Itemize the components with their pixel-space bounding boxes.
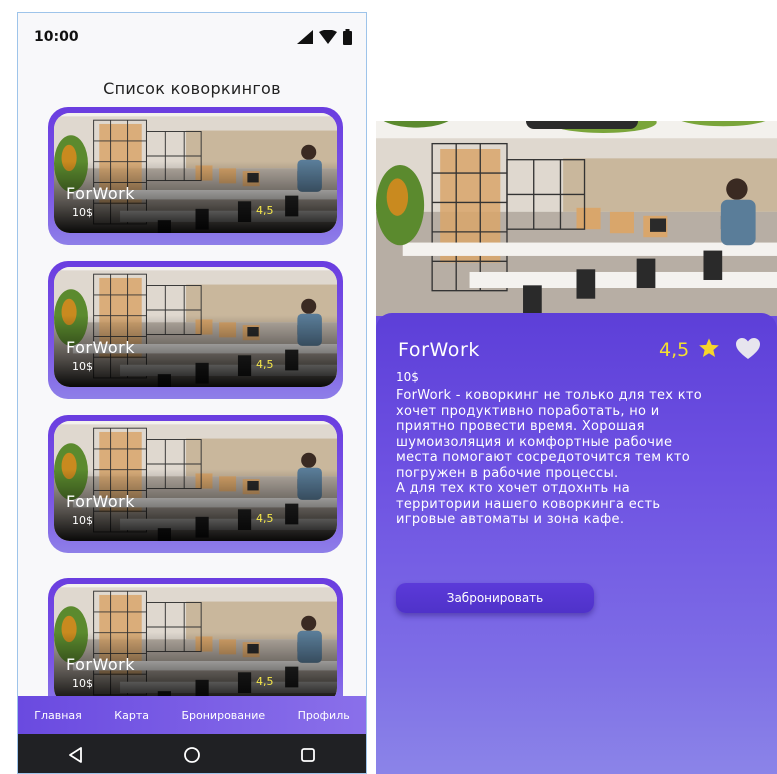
bottom-navigation: Главная Карта Бронирование Профиль: [18, 696, 366, 734]
card-name: ForWork: [66, 492, 136, 511]
status-time: 10:00: [34, 29, 79, 45]
coworking-card[interactable]: ForWork 10$ 4,5: [48, 415, 343, 553]
card-price: 10$: [72, 514, 93, 527]
status-icons: [297, 29, 352, 45]
coworking-photo: [376, 121, 777, 316]
card-rating: 4,5: [256, 675, 274, 688]
card-rating: 4,5: [256, 358, 274, 371]
card-rating: 4,5: [256, 204, 274, 217]
status-bar: 10:00: [18, 13, 366, 61]
coworking-list-screen: 10:00 Список коворкингов ForWork 10$ 4,5…: [17, 12, 367, 774]
card-image-area: ForWork 10$ 4,5: [54, 267, 337, 387]
nav-item-booking[interactable]: Бронирование: [181, 709, 265, 722]
card-image-area: ForWork 10$ 4,5: [54, 113, 337, 233]
coworking-price: 10$: [396, 370, 419, 384]
back-icon[interactable]: [68, 746, 84, 763]
card-price: 10$: [72, 206, 93, 219]
coworking-name: ForWork: [398, 339, 480, 361]
wifi-icon: [319, 30, 337, 44]
favorite-heart-icon[interactable]: [736, 338, 760, 360]
detail-sheet: [376, 313, 777, 774]
coworking-card[interactable]: ForWork 10$ 4,5: [48, 261, 343, 399]
star-icon: [699, 338, 719, 357]
nav-item-profile[interactable]: Профиль: [298, 709, 350, 722]
page-title: Список коворкингов: [103, 79, 281, 98]
nav-item-home[interactable]: Главная: [34, 709, 82, 722]
card-image-area: ForWork 10$ 4,5: [54, 421, 337, 541]
coworking-detail-screen: ForWork 4,5 10$ ForWork - коворкинг не т…: [376, 121, 777, 774]
card-name: ForWork: [66, 655, 136, 674]
card-price: 10$: [72, 360, 93, 373]
coworking-rating: 4,5: [659, 339, 690, 361]
coworking-description: ForWork - коворкинг не только для тех кт…: [396, 388, 703, 527]
camera-notch: [526, 121, 638, 129]
signal-icon: [297, 30, 313, 44]
recents-icon[interactable]: [300, 747, 316, 763]
card-name: ForWork: [66, 338, 136, 357]
battery-icon: [343, 29, 352, 45]
card-image-area: ForWork 10$ 4,5: [54, 584, 337, 704]
coworking-card[interactable]: ForWork 10$ 4,5: [48, 107, 343, 245]
system-navigation-bar: [18, 734, 366, 773]
card-price: 10$: [72, 677, 93, 690]
card-name: ForWork: [66, 184, 136, 203]
home-icon[interactable]: [183, 746, 201, 764]
card-rating: 4,5: [256, 512, 274, 525]
book-button[interactable]: Забронировать: [396, 583, 594, 613]
nav-item-map[interactable]: Карта: [114, 709, 149, 722]
